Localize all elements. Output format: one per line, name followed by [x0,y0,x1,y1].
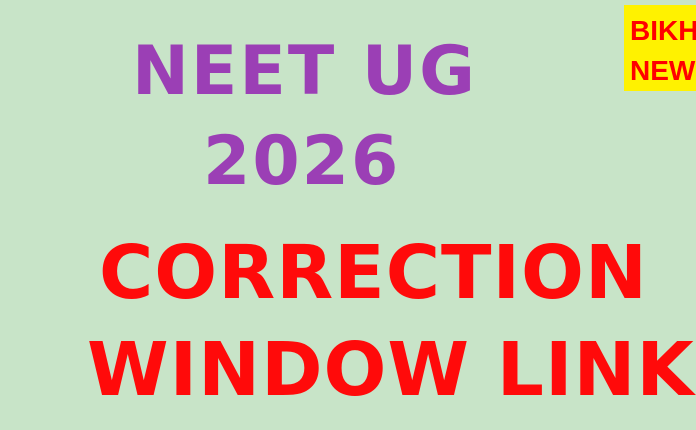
brand-badge: BIKH NEW [624,5,696,91]
subheadline-line-1: CORRECTION [99,230,648,316]
brand-badge-line-1: BIKH [630,15,696,46]
brand-badge-line-2: NEW [630,55,696,86]
thumbnail-canvas: NEET UG 2026 CORRECTION WINDOW LINK BIKH… [0,0,696,430]
headline-line-1: NEET UG [132,32,477,111]
subheadline-line-2: WINDOW LINK [87,327,695,413]
headline-line-2: 2026 [203,122,401,201]
